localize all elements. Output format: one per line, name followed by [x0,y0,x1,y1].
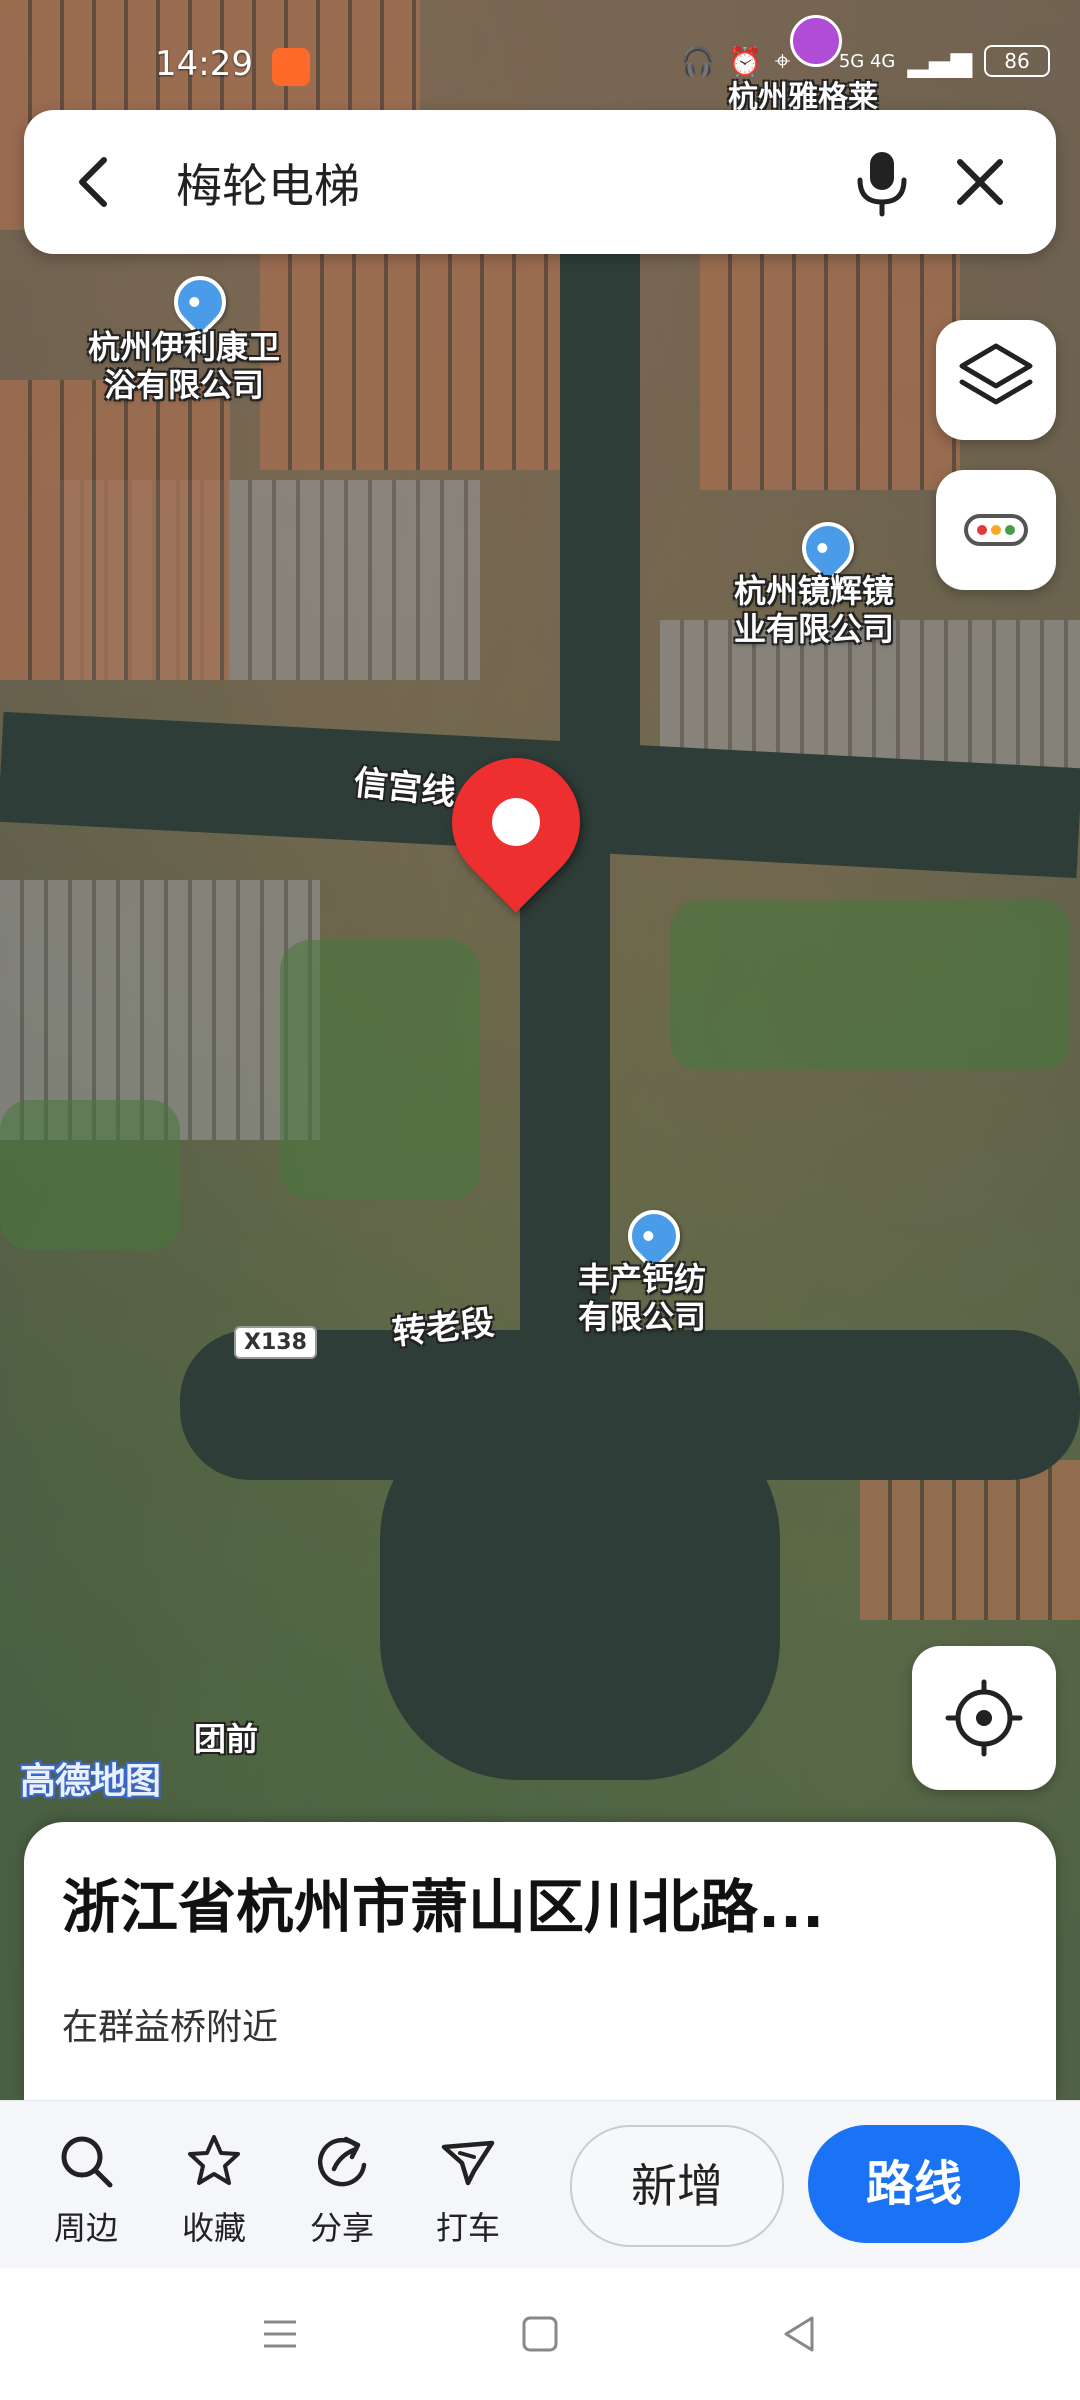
place-subtitle: 在群益桥附近 [62,2007,279,2048]
map-buildings [860,1460,1080,1620]
status-time: 14:29 [155,44,253,84]
map-buildings [260,250,580,470]
nearby-button[interactable]: 周边 [36,2121,136,2251]
map-logo: 高德地图 [20,1761,161,1802]
taxi-label: 打车 [435,2209,500,2247]
poi-label[interactable]: 杭州伊利康卫 浴有限公司 [88,328,280,404]
map-greenery [0,1100,180,1250]
search-icon [61,2136,113,2188]
layers-icon [959,343,1033,405]
favorite-label: 收藏 [181,2209,246,2247]
add-place-button[interactable]: 新增 [570,2125,784,2247]
selected-location-pin[interactable] [425,731,607,913]
signal-icon: ▂▄▆ [907,44,972,78]
battery-icon: 86 [984,45,1050,77]
app-notification-icon [272,48,310,86]
share-button[interactable]: 分享 [292,2121,392,2251]
microphone-icon[interactable] [844,144,920,220]
city-landmark-icon[interactable] [790,15,842,67]
search-bar[interactable]: 梅轮电梯 [24,110,1056,254]
back-arrow-icon[interactable] [64,150,128,214]
layers-button[interactable] [936,320,1056,440]
system-nav-bar [0,2268,1080,2400]
network-label: 5G 4G [838,50,896,72]
road-label: 信宫线 [351,762,458,814]
map-greenery [280,940,480,1200]
pin-dot [492,798,540,846]
place-info-card[interactable]: 浙江省杭州市萧山区川北路... 在群益桥附近 [24,1822,1056,2102]
locate-me-button[interactable] [912,1646,1056,1790]
share-label: 分享 [309,2209,374,2247]
map-river [380,1400,780,1780]
place-title: 浙江省杭州市萧山区川北路... [62,1873,825,1941]
map-greenery [670,900,1070,1070]
close-icon[interactable] [948,150,1012,214]
home-icon[interactable] [518,2312,562,2356]
route-button[interactable]: 路线 [808,2125,1020,2243]
area-label: 团前 [194,1720,259,1758]
nearby-label: 周边 [53,2209,118,2247]
map-buildings [700,230,960,490]
taxi-button[interactable]: 打车 [418,2121,518,2251]
star-icon [188,2135,240,2185]
crosshair-icon [945,1679,1023,1757]
poi-label[interactable]: 丰产钙纺 有限公司 [578,1260,706,1336]
more-dots-icon [964,514,1028,546]
taxi-flag-icon [441,2140,495,2186]
headset-icon: 🎧 [680,44,716,78]
menu-icon[interactable] [258,2312,302,2356]
share-icon [317,2136,367,2187]
more-tools-button[interactable] [936,470,1056,590]
poi-label[interactable]: 杭州镜辉镜 业有限公司 [734,572,894,648]
favorite-button[interactable]: 收藏 [164,2121,264,2251]
map-canal [560,230,640,790]
search-query[interactable]: 梅轮电梯 [176,150,360,216]
status-bar: 14:29 🎧 ⏰ ⌖ ◠ 5G 4G ▂▄▆ 86 [0,40,1080,92]
action-bar: 周边 收藏 分享 打车 新增 路线 [0,2100,1080,2269]
back-triangle-icon[interactable] [778,2312,822,2356]
map-buildings [0,380,230,680]
road-shield: X138 [234,1326,317,1359]
